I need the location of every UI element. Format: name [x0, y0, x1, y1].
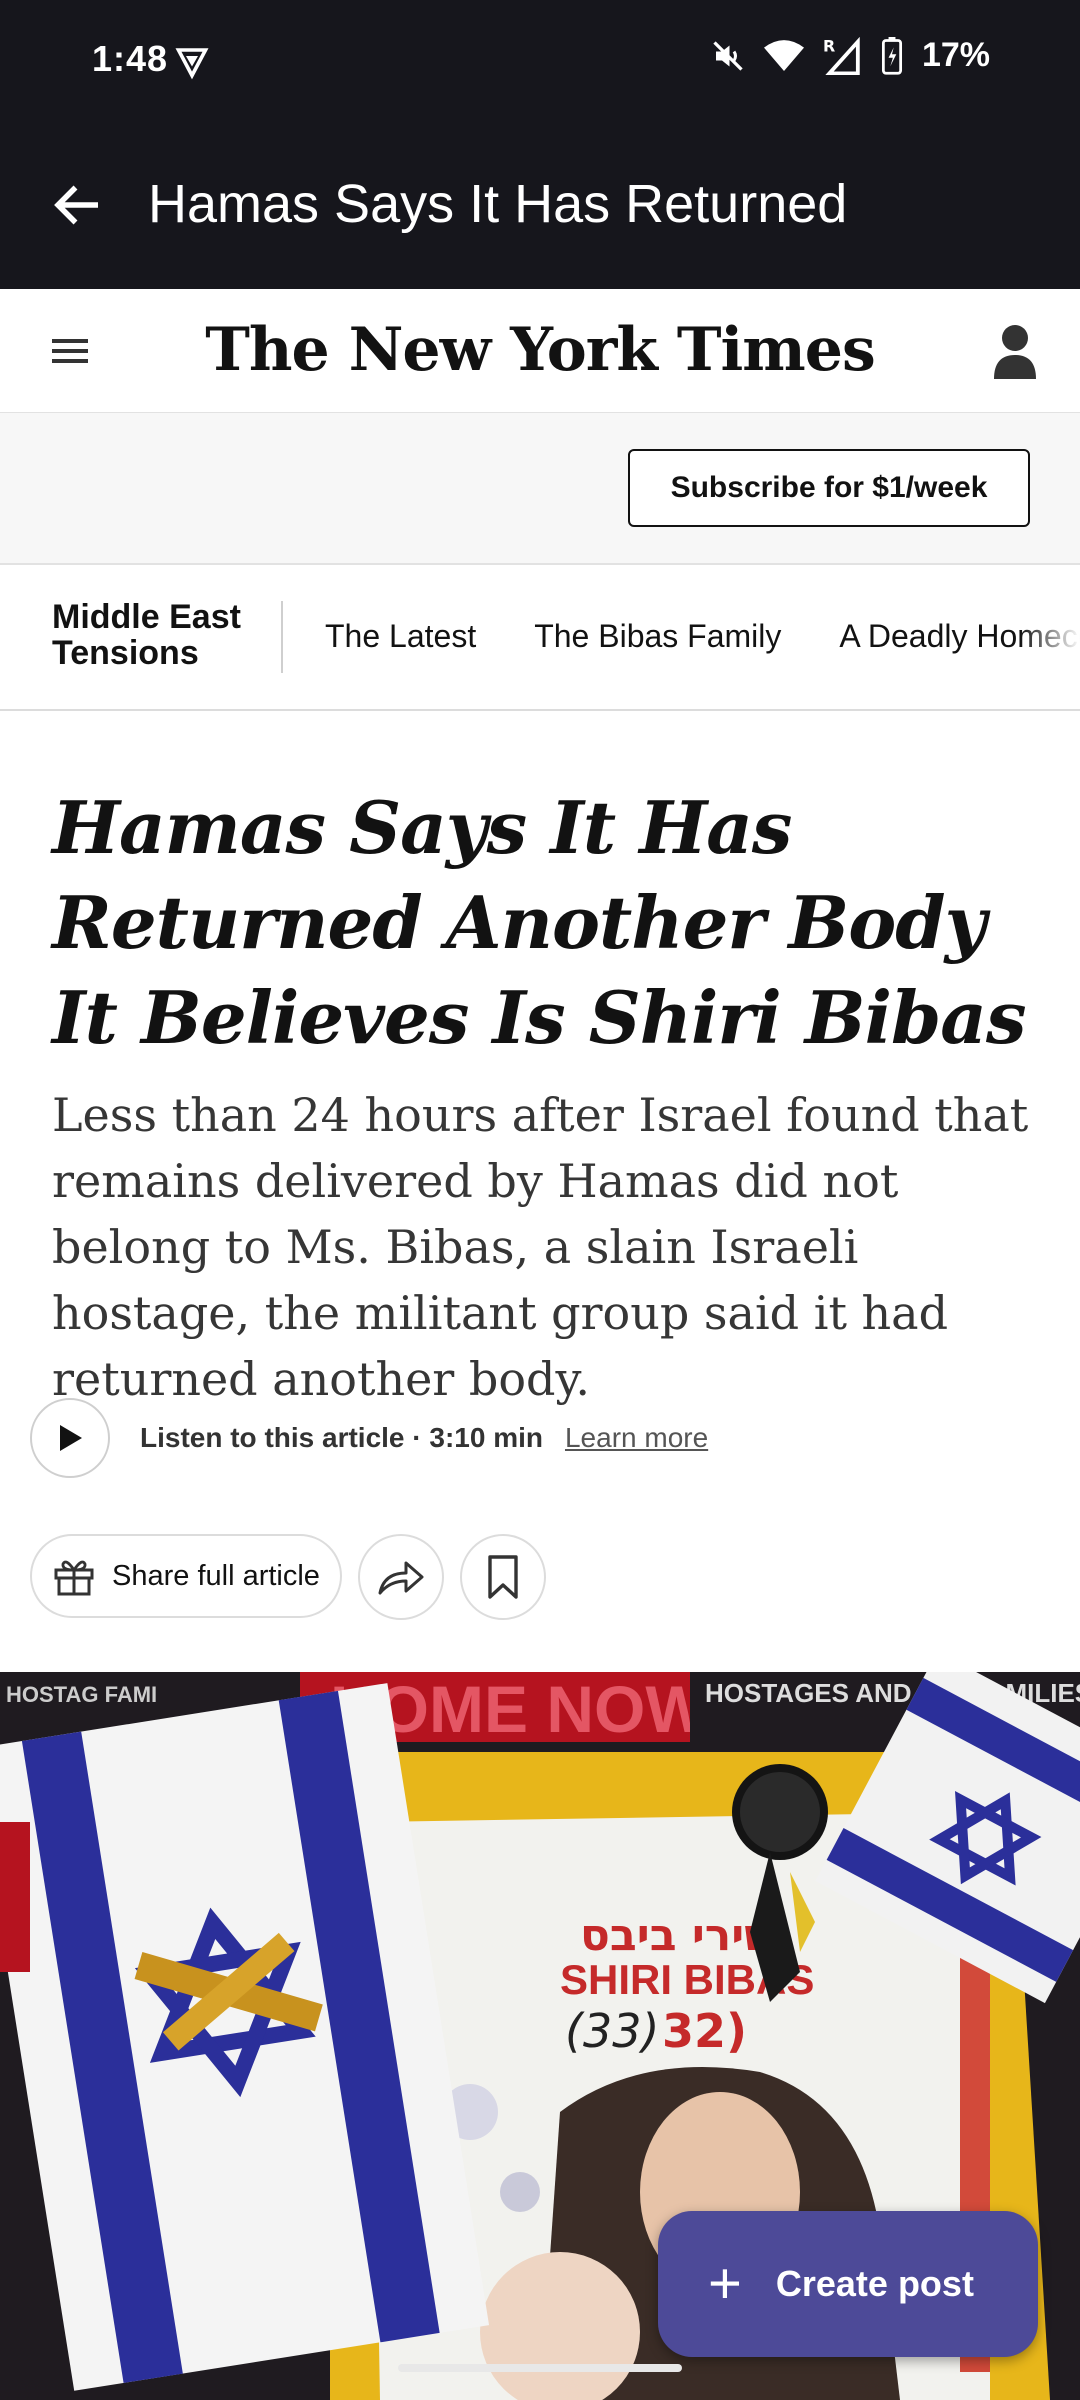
- mute-icon: [713, 40, 743, 71]
- battery-percent: 17%: [921, 36, 990, 74]
- bookmark-icon: [488, 1555, 518, 1599]
- section-link-latest[interactable]: The Latest: [325, 618, 476, 655]
- create-post-button[interactable]: + Create post: [658, 2211, 1038, 2357]
- section-name-line2: Tensions: [52, 634, 199, 672]
- article-headline: Hamas Says It Has Returned Another Body …: [52, 780, 1052, 1065]
- back-arrow-icon[interactable]: [48, 175, 108, 235]
- nyt-logo[interactable]: The New York Times: [0, 315, 1080, 385]
- wifi-icon: [763, 39, 804, 71]
- vpn-icon: [175, 48, 209, 80]
- sign-left: HOSTAG FAMI: [6, 1682, 157, 1707]
- subscribe-button[interactable]: Subscribe for $1/week: [628, 449, 1030, 527]
- nyt-header: The New York Times: [0, 289, 1080, 414]
- section-divider: [281, 601, 283, 673]
- section-nav: Middle East Tensions The Latest The Biba…: [0, 565, 1080, 711]
- app-bar-title: Hamas Says It Has Returned: [148, 174, 848, 234]
- plus-icon: +: [708, 2251, 742, 2316]
- play-button[interactable]: [30, 1398, 110, 1478]
- headline-line-1: Hamas Says It Has: [52, 785, 792, 870]
- section-name-line1: Middle East: [52, 598, 241, 636]
- signal-icon: R: [823, 36, 860, 75]
- poster-age-overlay: 32): [662, 2004, 747, 2058]
- bookmark-button[interactable]: [459, 1534, 546, 1620]
- share-full-article-label: Share full article: [112, 1559, 320, 1592]
- share-arrow-icon: [378, 1561, 424, 1595]
- subscribe-bar: Subscribe for $1/week: [0, 413, 1080, 565]
- account-icon[interactable]: [992, 323, 1038, 379]
- listen-row: Listen to this article · 3:10 min Learn …: [30, 1396, 708, 1480]
- share-button[interactable]: [357, 1534, 444, 1620]
- battery-icon: [881, 36, 902, 75]
- app-bar: Hamas Says It Has Returned: [0, 125, 1080, 289]
- listen-label: Listen to this article · 3:10 min: [140, 1422, 543, 1453]
- nav-fade: [1020, 565, 1080, 709]
- section-link-bibas-family[interactable]: The Bibas Family: [534, 618, 781, 655]
- status-time: 1:48: [92, 38, 169, 79]
- status-icons: R 17%: [710, 36, 990, 75]
- svg-text:R: R: [823, 37, 835, 55]
- gift-icon: [54, 1560, 94, 1596]
- share-row: Share full article: [30, 1534, 546, 1620]
- section-name[interactable]: Middle East Tensions: [52, 599, 241, 671]
- headline-line-3: It Believes Is Shiri Bibas: [52, 975, 1027, 1060]
- article-summary: Less than 24 hours after Israel found th…: [52, 1088, 1029, 1406]
- learn-more-link[interactable]: Learn more: [565, 1422, 708, 1454]
- headline-line-2: Returned Another Body: [52, 880, 986, 965]
- share-full-article-button[interactable]: Share full article: [30, 1534, 342, 1618]
- poster-hebrew: שירי ביבס: [580, 1910, 778, 1961]
- poster-age: (33): [565, 2004, 659, 2058]
- play-icon: [60, 1425, 82, 1451]
- home-indicator[interactable]: [398, 2364, 682, 2372]
- status-bar: 1:48 R 17%: [0, 0, 1080, 125]
- section-links: The Latest The Bibas Family A Deadly Hom…: [325, 618, 1080, 655]
- create-post-label: Create post: [775, 2263, 974, 2304]
